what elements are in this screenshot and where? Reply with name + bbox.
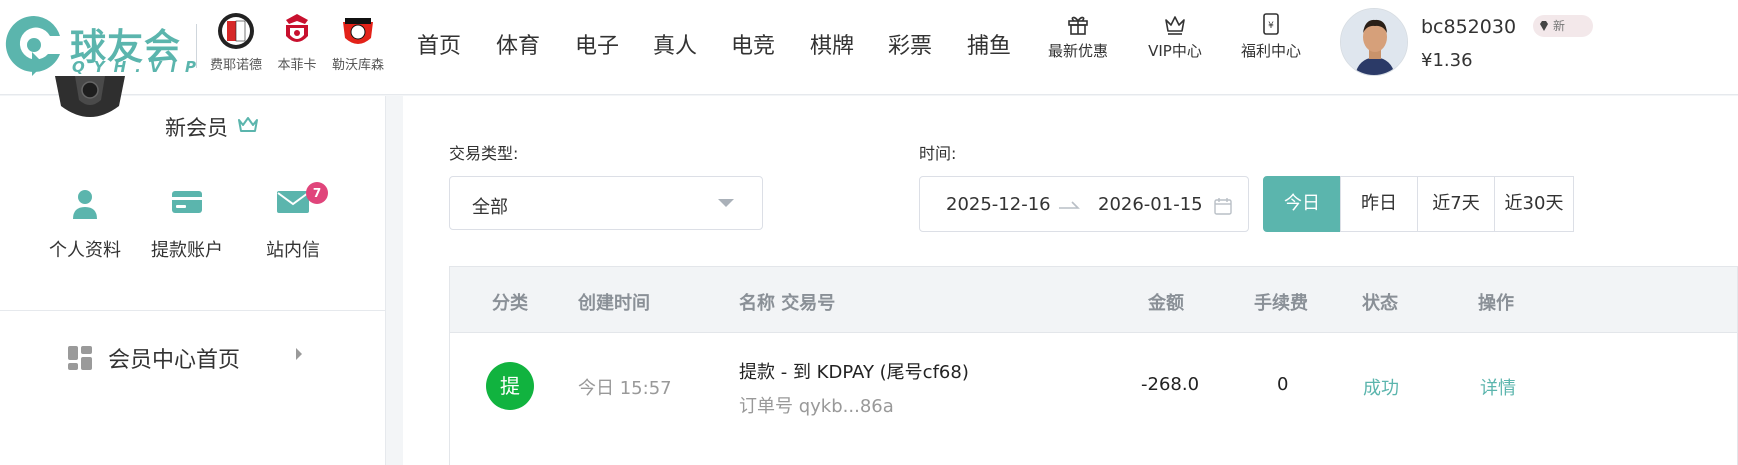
quick-link-label: 提款账户 bbox=[151, 240, 223, 261]
card-icon bbox=[172, 191, 202, 213]
member-avatar-icon bbox=[55, 76, 125, 117]
mail-icon bbox=[277, 191, 309, 213]
date-end[interactable]: 2026-01-15 bbox=[1098, 194, 1203, 215]
quick-link-label: 个人资料 bbox=[49, 240, 121, 261]
range-yesterday[interactable]: 昨日 bbox=[1340, 176, 1418, 232]
welfare-center-link[interactable]: ¥ 福利中心 bbox=[1226, 12, 1316, 61]
quick-link-messages[interactable]: 7 站内信 bbox=[248, 182, 338, 262]
level-pill[interactable]: 新 bbox=[1533, 15, 1593, 37]
logo-domain: QYH.VIP bbox=[72, 58, 206, 76]
diamond-icon bbox=[1540, 21, 1548, 31]
svg-text:¥: ¥ bbox=[1268, 21, 1274, 31]
sidebar-divider bbox=[0, 310, 386, 311]
club-name: 费耶诺德 bbox=[209, 58, 262, 73]
nav-live-casino[interactable]: 真人 bbox=[653, 28, 697, 60]
table-row: 提 今日 15:57 提款 - 到 KDPAY (尾号cf68) 订单号 qyk… bbox=[450, 334, 1737, 465]
wallet-balance: ¥1.36 bbox=[1421, 50, 1473, 71]
sidebar-item-label: 会员中心首页 bbox=[108, 348, 241, 373]
promotions-link[interactable]: 最新优惠 bbox=[1033, 12, 1123, 61]
calendar-icon bbox=[1214, 198, 1232, 215]
nav-esports[interactable]: 电竞 bbox=[731, 28, 775, 60]
col-created: 创建时间 bbox=[578, 293, 650, 314]
quick-link-label: 站内信 bbox=[266, 240, 320, 261]
club-leverkusen[interactable]: 勒沃库森 bbox=[327, 12, 389, 73]
logo-mark-icon bbox=[5, 15, 60, 76]
benfica-badge-icon bbox=[286, 14, 308, 42]
range-7-days[interactable]: 近7天 bbox=[1417, 176, 1495, 232]
member-sidebar: 新会员 个人资料 提款账户 7 站内信 会员中心首页 bbox=[0, 76, 386, 465]
col-amount: 金额 bbox=[1148, 293, 1184, 314]
dashboard-icon bbox=[68, 346, 92, 370]
quick-link-withdraw-account[interactable]: 提款账户 bbox=[142, 188, 232, 262]
col-category: 分类 bbox=[492, 293, 528, 314]
top-header: 球友会 QYH.VIP 费耶诺德 本菲卡 勒沃库森 首页 体育 电子 真人 电竞… bbox=[0, 0, 1738, 95]
fee: 0 bbox=[1277, 374, 1289, 395]
category-badge: 提 bbox=[486, 362, 534, 410]
club-benfica[interactable]: 本菲卡 bbox=[266, 12, 328, 73]
leverkusen-badge-icon bbox=[343, 18, 373, 44]
feyenoord-badge-icon bbox=[218, 13, 254, 49]
transaction-type-select[interactable]: 全部 bbox=[449, 176, 763, 230]
chevron-right-icon bbox=[296, 348, 302, 360]
range-today[interactable]: 今日 bbox=[1263, 176, 1341, 232]
quick-link-profile[interactable]: 个人资料 bbox=[40, 188, 130, 262]
transaction-records-panel: 交易类型: 全部 时间: 2025-12-16 2026-01-15 今日 昨日… bbox=[403, 96, 1738, 465]
transaction-type-label: 交易类型: bbox=[449, 144, 519, 163]
promotions-label: 最新优惠 bbox=[1047, 42, 1108, 60]
username: bc852030 bbox=[1421, 16, 1517, 38]
col-name: 名称 交易号 bbox=[739, 293, 836, 314]
nav-lottery[interactable]: 彩票 bbox=[888, 28, 932, 60]
club-name: 勒沃库森 bbox=[331, 58, 384, 73]
vip-center-link[interactable]: VIP中心 bbox=[1130, 12, 1220, 61]
range-30-days[interactable]: 近30天 bbox=[1494, 176, 1574, 232]
gift-icon bbox=[1068, 16, 1088, 35]
logo-divider bbox=[196, 24, 197, 68]
avatar-portrait-icon bbox=[1341, 9, 1407, 75]
nav-cards[interactable]: 棋牌 bbox=[810, 28, 854, 60]
transactions-table: 分类 创建时间 名称 交易号 金额 手续费 状态 操作 提 今日 15:57 提… bbox=[449, 266, 1738, 465]
details-link[interactable]: 详情 bbox=[1480, 374, 1516, 400]
welfare-center-label: 福利中心 bbox=[1240, 42, 1301, 60]
time-label: 时间: bbox=[919, 144, 957, 163]
welfare-icon: ¥ bbox=[1263, 13, 1279, 35]
transaction-type-value: 全部 bbox=[472, 197, 508, 218]
level-pill-label: 新 bbox=[1553, 19, 1566, 33]
range-arrow-icon bbox=[1059, 201, 1080, 209]
order-number: 订单号 qykb...86a bbox=[739, 396, 894, 417]
nav-home[interactable]: 首页 bbox=[417, 28, 461, 60]
site-logo[interactable]: 球友会 QYH.VIP bbox=[2, 8, 196, 80]
caret-down-icon bbox=[718, 199, 734, 207]
crown-icon bbox=[1165, 16, 1185, 35]
club-name: 本菲卡 bbox=[277, 58, 317, 73]
col-fee: 手续费 bbox=[1254, 293, 1308, 314]
date-start[interactable]: 2025-12-16 bbox=[946, 194, 1051, 215]
club-feyenoord[interactable]: 费耶诺德 bbox=[205, 12, 267, 73]
nav-fishing[interactable]: 捕鱼 bbox=[967, 28, 1011, 60]
member-level: 新会员 bbox=[165, 116, 228, 140]
table-header: 分类 创建时间 名称 交易号 金额 手续费 状态 操作 bbox=[450, 267, 1737, 333]
nav-slots[interactable]: 电子 bbox=[575, 28, 619, 60]
status-text: 成功 bbox=[1363, 378, 1399, 399]
created-time: 今日 15:57 bbox=[578, 378, 672, 399]
col-status: 状态 bbox=[1362, 293, 1398, 314]
crown-icon bbox=[238, 117, 258, 132]
nav-sports[interactable]: 体育 bbox=[496, 28, 540, 60]
amount: -268.0 bbox=[1141, 374, 1200, 395]
user-avatar[interactable] bbox=[1340, 8, 1408, 76]
user-icon bbox=[73, 190, 97, 219]
date-range-picker[interactable]: 2025-12-16 2026-01-15 bbox=[919, 176, 1249, 232]
vip-center-label: VIP中心 bbox=[1148, 42, 1202, 60]
transaction-name: 提款 - 到 KDPAY (尾号cf68) bbox=[739, 362, 969, 383]
sidebar-item-member-home[interactable]: 会员中心首页 bbox=[66, 338, 316, 374]
col-action: 操作 bbox=[1478, 293, 1514, 314]
unread-count-badge: 7 bbox=[306, 182, 328, 204]
